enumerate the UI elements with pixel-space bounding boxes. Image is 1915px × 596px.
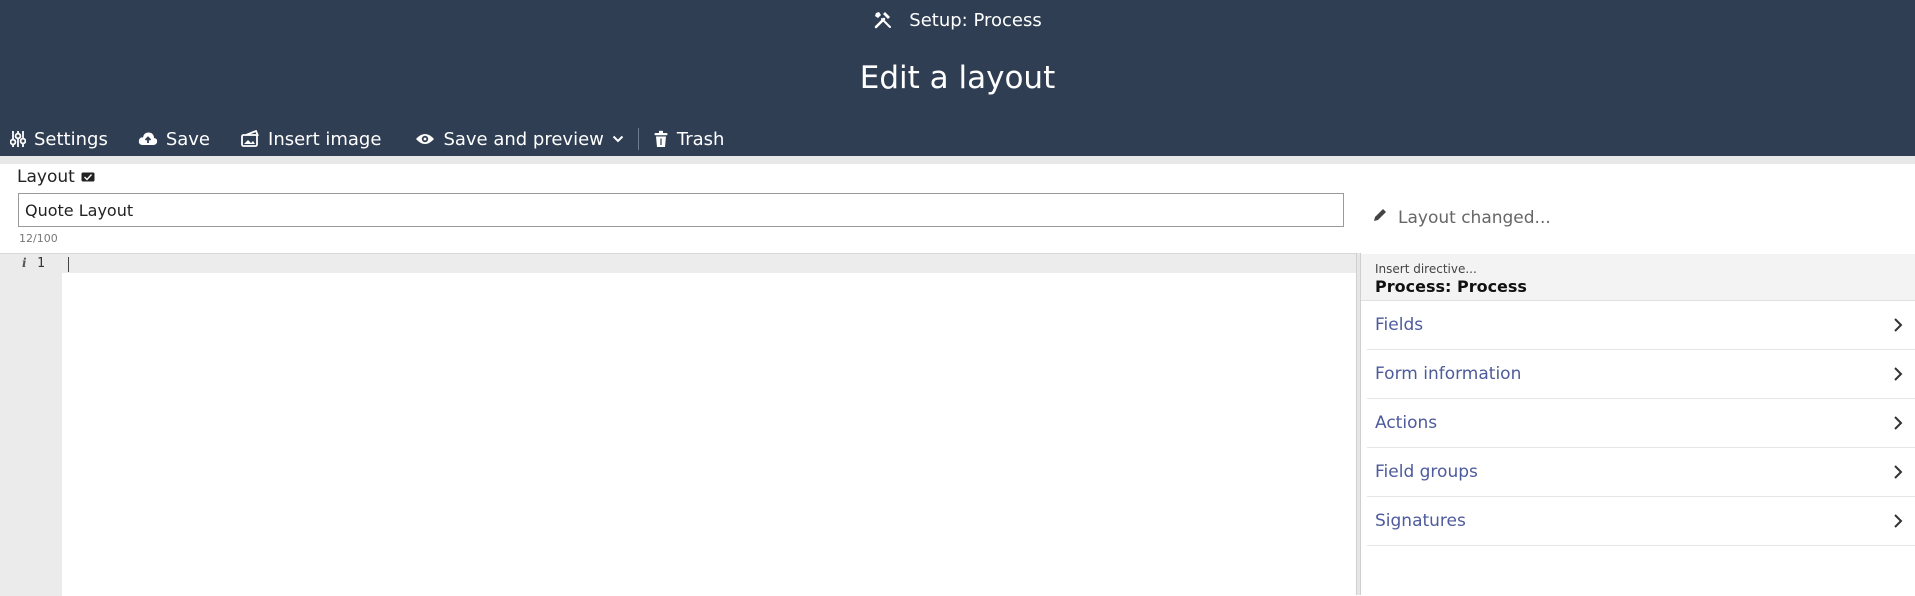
directive-hint: Insert directive... xyxy=(1375,262,1477,276)
page-title: Edit a layout xyxy=(859,60,1056,96)
save-status: Layout changed... xyxy=(1372,207,1551,228)
eye-icon xyxy=(415,132,435,146)
settings-button[interactable]: Settings xyxy=(10,123,108,155)
app-header: Setup: Process Edit a layout Settings Sa… xyxy=(0,0,1915,156)
directive-item-fields[interactable]: Fields xyxy=(1367,301,1915,350)
settings-label: Settings xyxy=(34,128,108,150)
character-counter: 12/100 xyxy=(19,232,58,245)
trash-label: Trash xyxy=(676,128,725,150)
directive-item-field-groups[interactable]: Field groups xyxy=(1367,448,1915,497)
directive-item-label: Signatures xyxy=(1375,511,1466,531)
trash-icon xyxy=(653,130,669,148)
chevron-right-icon xyxy=(1893,317,1903,338)
save-and-preview-label: Save and preview xyxy=(443,128,604,150)
sliders-icon xyxy=(10,130,26,148)
layout-label-text: Layout xyxy=(17,167,75,187)
cloud-upload-icon xyxy=(138,131,158,147)
toolbar-divider xyxy=(637,128,639,150)
directive-panel: Insert directive... Process: Process Fie… xyxy=(1361,254,1915,595)
directive-item-label: Form information xyxy=(1375,364,1522,384)
header-divider xyxy=(0,156,1915,164)
image-icon xyxy=(240,130,260,148)
text-caret xyxy=(68,257,69,272)
editor-gutter xyxy=(0,254,62,596)
insert-image-button[interactable]: Insert image xyxy=(240,123,381,155)
tools-icon xyxy=(873,10,893,30)
directive-item-label: Actions xyxy=(1375,413,1438,433)
chevron-right-icon xyxy=(1893,366,1903,387)
field-indicator-icon xyxy=(81,167,95,187)
save-button[interactable]: Save xyxy=(138,123,210,155)
info-icon[interactable]: i xyxy=(22,256,27,270)
chevron-right-icon xyxy=(1893,513,1903,534)
chevron-right-icon xyxy=(1893,415,1903,436)
insert-image-label: Insert image xyxy=(268,128,382,150)
layout-field-label: Layout xyxy=(17,167,95,187)
directive-item-label: Fields xyxy=(1375,315,1424,335)
setup-breadcrumb[interactable]: Setup: Process xyxy=(0,6,1915,34)
active-line-highlight xyxy=(0,254,1358,273)
directive-item-signatures[interactable]: Signatures xyxy=(1367,497,1915,546)
save-and-preview-button[interactable]: Save and preview xyxy=(415,123,624,155)
setup-title: Setup: Process xyxy=(909,9,1042,31)
pencil-icon xyxy=(1372,207,1388,228)
chevron-down-icon[interactable] xyxy=(612,135,624,143)
save-label: Save xyxy=(165,128,211,150)
code-editor[interactable]: i 1 xyxy=(0,253,1358,596)
trash-button[interactable]: Trash xyxy=(653,123,725,155)
directive-item-actions[interactable]: Actions xyxy=(1367,399,1915,448)
save-status-text: Layout changed... xyxy=(1398,207,1551,228)
directive-panel-header: Insert directive... Process: Process xyxy=(1361,254,1915,301)
directive-item-label: Field groups xyxy=(1375,462,1478,482)
directive-panel-title: Process: Process xyxy=(1375,277,1527,296)
chevron-right-icon xyxy=(1893,464,1903,485)
line-number: 1 xyxy=(37,256,45,271)
layout-name-input[interactable] xyxy=(18,193,1344,227)
directive-item-form-information[interactable]: Form information xyxy=(1367,350,1915,399)
toolbar: Settings Save Insert image Save and prev… xyxy=(0,123,724,155)
